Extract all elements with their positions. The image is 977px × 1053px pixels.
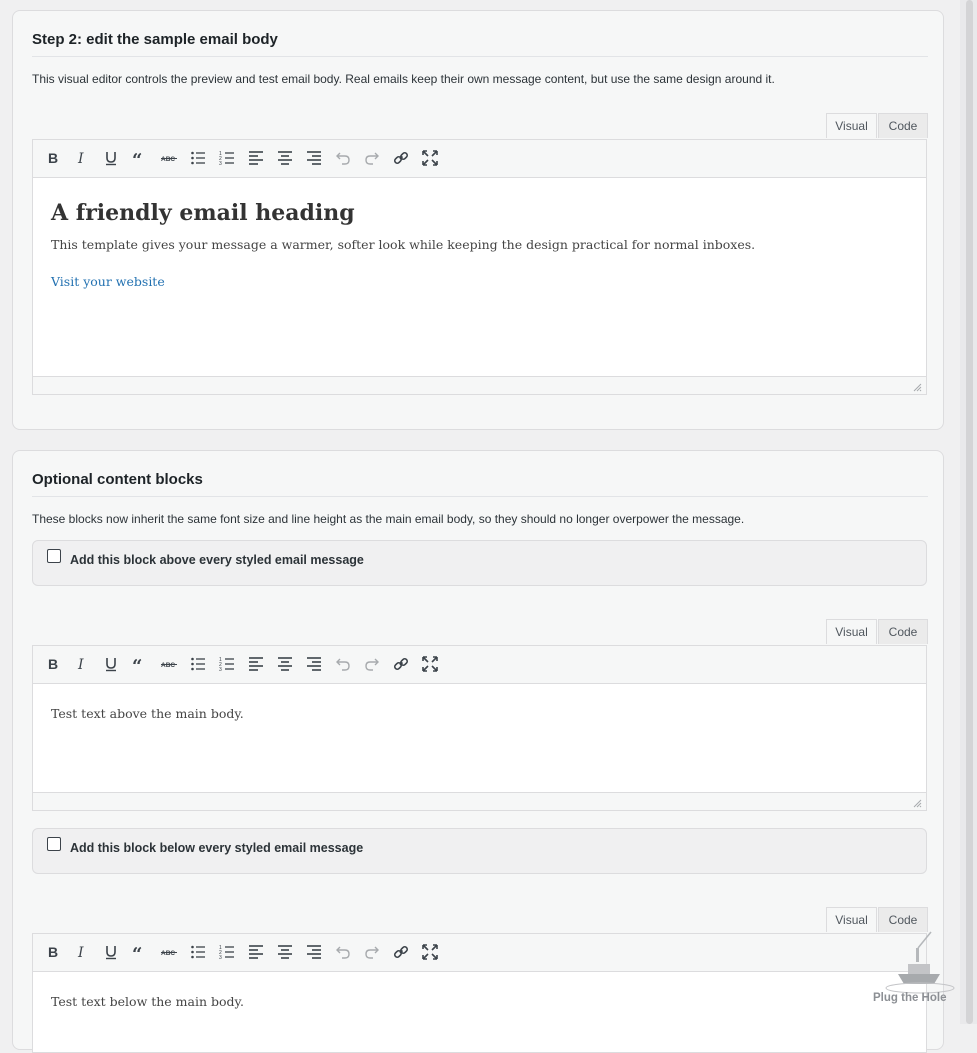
undo-icon[interactable]: [334, 149, 352, 167]
svg-text:3: 3: [219, 161, 222, 166]
align-left-icon[interactable]: [247, 943, 265, 961]
above-block-row: Add this block above every styled email …: [32, 540, 927, 586]
below-block-editor: B I “ ABC 1 2 3 Test text below the main body.: [32, 933, 927, 1053]
svg-text:I: I: [77, 151, 84, 166]
bold-icon[interactable]: B: [44, 943, 62, 961]
editor-status-bar: [33, 376, 926, 394]
italic-icon[interactable]: I: [73, 655, 91, 673]
step2-title: Step 2: edit the sample email body: [32, 31, 278, 48]
step2-card: Step 2: edit the sample email body This …: [12, 10, 944, 430]
editor-toolbar: B I “ ABC 1 2 3: [33, 934, 926, 972]
website-link[interactable]: Visit your website: [51, 274, 165, 289]
editor-toolbar: B I “ ABC 1 2 3: [33, 140, 926, 178]
underline-icon[interactable]: [102, 149, 120, 167]
svg-text:“: “: [132, 944, 142, 960]
svg-text:I: I: [77, 657, 84, 672]
numbered-list-icon[interactable]: 123: [218, 149, 236, 167]
divider: [32, 496, 928, 497]
resize-handle-icon[interactable]: [912, 382, 922, 392]
editor-content[interactable]: A friendly email heading This template g…: [33, 178, 926, 378]
editor-status-bar: [33, 792, 926, 810]
bullet-list-icon[interactable]: [189, 943, 207, 961]
below-block-checkbox[interactable]: [47, 837, 61, 851]
bullet-list-icon[interactable]: [189, 149, 207, 167]
scrollbar-thumb[interactable]: [966, 0, 973, 1024]
link-icon[interactable]: [392, 655, 410, 673]
bold-icon[interactable]: B: [44, 655, 62, 673]
align-left-icon[interactable]: [247, 655, 265, 673]
strikethrough-icon[interactable]: ABC: [160, 655, 178, 673]
email-paragraph[interactable]: This template gives your message a warme…: [51, 237, 755, 252]
align-right-icon[interactable]: [305, 943, 323, 961]
resize-handle-icon[interactable]: [912, 798, 922, 808]
tab-visual[interactable]: Visual: [826, 619, 877, 644]
svg-text:“: “: [132, 656, 142, 672]
tab-visual[interactable]: Visual: [826, 907, 877, 932]
bullet-list-icon[interactable]: [189, 655, 207, 673]
editor-content[interactable]: Test text above the main body.: [33, 684, 926, 794]
email-heading[interactable]: A friendly email heading: [51, 200, 355, 226]
above-block-editor: B I “ ABC 1 2 3 Test text above the main body.: [32, 645, 927, 811]
italic-icon[interactable]: I: [73, 943, 91, 961]
redo-icon[interactable]: [363, 655, 381, 673]
underline-icon[interactable]: [102, 943, 120, 961]
fullscreen-icon[interactable]: [421, 943, 439, 961]
divider: [32, 56, 928, 57]
tab-visual[interactable]: Visual: [826, 113, 877, 138]
svg-text:ABC: ABC: [161, 156, 175, 163]
svg-text:“: “: [132, 150, 142, 166]
svg-text:3: 3: [219, 955, 222, 960]
svg-text:B: B: [48, 944, 58, 960]
svg-text:I: I: [77, 945, 84, 960]
italic-icon[interactable]: I: [73, 149, 91, 167]
above-block-checkbox[interactable]: [47, 549, 61, 563]
align-center-icon[interactable]: [276, 943, 294, 961]
svg-text:ABC: ABC: [161, 950, 175, 957]
svg-text:3: 3: [219, 667, 222, 672]
tab-code[interactable]: Code: [878, 619, 928, 644]
svg-text:ABC: ABC: [161, 662, 175, 669]
editor-toolbar: B I “ ABC 1 2 3: [33, 646, 926, 684]
optional-description: These blocks now inherit the same font s…: [32, 512, 745, 526]
step2-description: This visual editor controls the preview …: [32, 72, 775, 86]
above-block-label[interactable]: Add this block above every styled email …: [70, 553, 364, 567]
underline-icon[interactable]: [102, 655, 120, 673]
optional-title: Optional content blocks: [32, 471, 203, 488]
link-icon[interactable]: [392, 943, 410, 961]
redo-icon[interactable]: [363, 149, 381, 167]
blockquote-icon[interactable]: “: [131, 149, 149, 167]
numbered-list-icon[interactable]: 123: [218, 943, 236, 961]
below-block-text[interactable]: Test text below the main body.: [51, 994, 244, 1009]
below-block-label[interactable]: Add this block below every styled email …: [70, 841, 363, 855]
tab-code[interactable]: Code: [878, 907, 928, 932]
below-block-row: Add this block below every styled email …: [32, 828, 927, 874]
fullscreen-icon[interactable]: [421, 655, 439, 673]
strikethrough-icon[interactable]: ABC: [160, 943, 178, 961]
body-editor: B I “ ABC 1 2 3 A friendly email heading This …: [32, 139, 927, 395]
align-right-icon[interactable]: [305, 655, 323, 673]
svg-text:B: B: [48, 656, 58, 672]
fullscreen-icon[interactable]: [421, 149, 439, 167]
bold-icon[interactable]: B: [44, 149, 62, 167]
strikethrough-icon[interactable]: ABC: [160, 149, 178, 167]
blockquote-icon[interactable]: “: [131, 943, 149, 961]
align-center-icon[interactable]: [276, 655, 294, 673]
blockquote-icon[interactable]: “: [131, 655, 149, 673]
link-icon[interactable]: [392, 149, 410, 167]
optional-blocks-card: Optional content blocks These blocks now…: [12, 450, 944, 1053]
editor-content[interactable]: Test text below the main body.: [33, 972, 926, 1052]
watermark-text: Plug the Hole: [873, 992, 947, 1004]
align-left-icon[interactable]: [247, 149, 265, 167]
numbered-list-icon[interactable]: 123: [218, 655, 236, 673]
above-block-text[interactable]: Test text above the main body.: [51, 706, 244, 721]
redo-icon[interactable]: [363, 943, 381, 961]
tab-code[interactable]: Code: [878, 113, 928, 138]
align-center-icon[interactable]: [276, 149, 294, 167]
svg-text:B: B: [48, 150, 58, 166]
undo-icon[interactable]: [334, 943, 352, 961]
undo-icon[interactable]: [334, 655, 352, 673]
align-right-icon[interactable]: [305, 149, 323, 167]
